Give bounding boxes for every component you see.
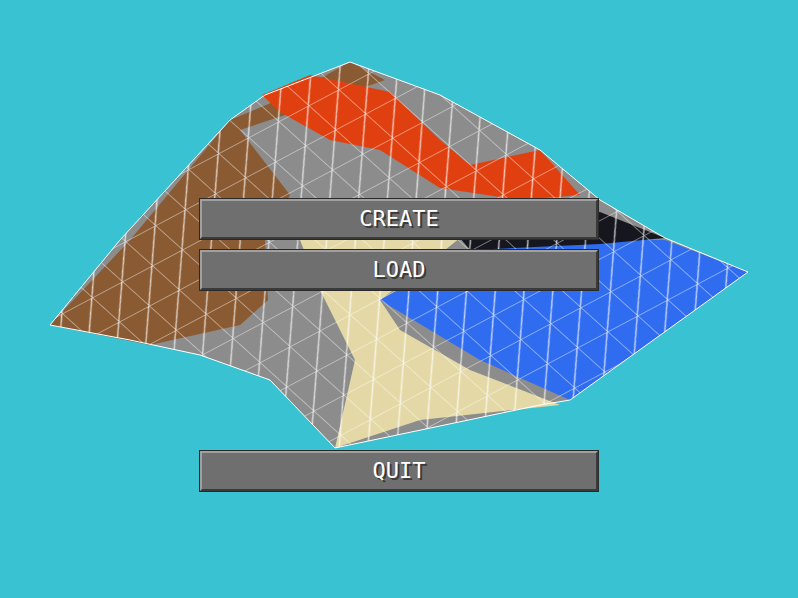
menu-button[interactable]: CREATE	[200, 199, 598, 239]
terrain-render	[0, 0, 798, 598]
menu-button[interactable]: QUIT	[200, 451, 598, 491]
main-menu-screen: CREATE LOAD QUIT	[0, 0, 798, 598]
menu-button[interactable]: LOAD	[200, 250, 598, 290]
wireframe-mesh	[0, 0, 798, 598]
terrain-outline	[50, 62, 748, 448]
menu-buttons: CREATE LOAD QUIT	[0, 0, 798, 491]
